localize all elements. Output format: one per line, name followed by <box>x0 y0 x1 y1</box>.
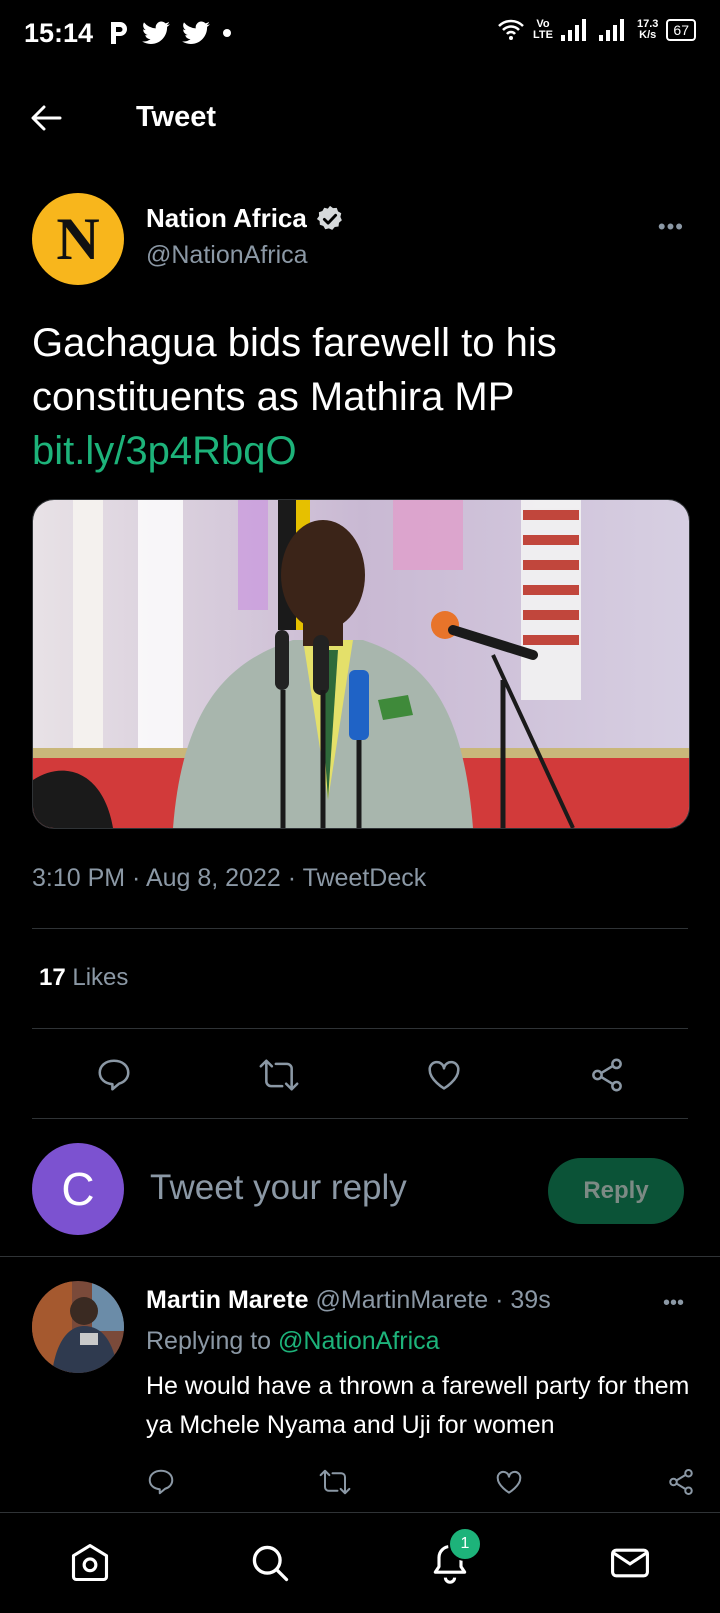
dot-icon <box>222 28 232 38</box>
author-name[interactable]: Nation Africa <box>146 203 345 234</box>
wifi-icon <box>497 18 525 42</box>
nav-home[interactable] <box>60 1533 120 1593</box>
reply-author-handle[interactable]: @MartinMarete <box>316 1286 489 1314</box>
likes-count[interactable]: 17 Likes <box>39 964 128 992</box>
divider <box>32 928 688 929</box>
author-handle[interactable]: @NationAfrica <box>146 241 308 270</box>
signal-icon <box>599 19 629 41</box>
home-icon <box>71 1544 109 1582</box>
reply-icon[interactable] <box>146 1467 176 1497</box>
notification-badge: 1 <box>448 1527 482 1561</box>
back-button[interactable] <box>30 104 62 132</box>
network-speed: 17.3 K/s <box>637 19 658 41</box>
network-type-bottom: LTE <box>533 29 553 41</box>
mail-icon <box>611 1548 649 1578</box>
divider <box>0 1256 720 1257</box>
tweet-text: Gachagua bids farewell to his constituen… <box>32 316 672 478</box>
twitter-bird-icon <box>142 21 170 45</box>
network-type: Vo LTE <box>533 19 553 41</box>
twitter-bird-icon <box>182 21 210 45</box>
replying-to-handle[interactable]: @NationAfrica <box>278 1327 440 1355</box>
like-heart-icon[interactable] <box>425 1056 463 1094</box>
author-avatar[interactable]: N <box>32 193 124 285</box>
status-time: 15:14 <box>24 18 94 48</box>
reply-input[interactable]: Tweet your reply <box>150 1168 407 1208</box>
page-title: Tweet <box>136 101 217 133</box>
replying-to: Replying to @NationAfrica <box>146 1327 440 1356</box>
tweet-date: Aug 8, 2022 <box>145 864 281 892</box>
likes-number: 17 <box>39 964 66 991</box>
reply-actions <box>146 1467 696 1497</box>
nav-messages[interactable] <box>600 1533 660 1593</box>
tweet-time: 3:10 PM <box>32 864 126 892</box>
pinterest-icon <box>108 20 130 46</box>
signal-icon <box>561 19 591 41</box>
reply-icon[interactable] <box>95 1056 133 1094</box>
nav-notifications[interactable]: 1 <box>420 1527 482 1593</box>
likes-label: Likes <box>72 964 129 991</box>
retweet-icon[interactable] <box>258 1056 300 1094</box>
tweet-text-content: Gachagua bids farewell to his constituen… <box>32 321 557 419</box>
more-options-icon[interactable]: ••• <box>658 214 684 240</box>
share-icon[interactable] <box>666 1467 696 1497</box>
tweet-meta: 3:10 PM · Aug 8, 2022 · TweetDeck <box>32 864 427 892</box>
reply-text: He would have a thrown a farewell party … <box>146 1372 690 1439</box>
share-icon[interactable] <box>588 1056 626 1094</box>
reply-button[interactable]: Reply <box>548 1158 684 1224</box>
battery-indicator: 67 <box>666 19 696 41</box>
status-system-icons: Vo LTE 17.3 K/s 67 <box>497 18 696 42</box>
tweet-source[interactable]: TweetDeck <box>303 864 427 892</box>
reply-header: Martin Marete @MartinMarete · 39s <box>146 1286 551 1315</box>
search-icon <box>252 1545 289 1582</box>
user-avatar[interactable]: C <box>32 1143 124 1235</box>
tweet-image[interactable] <box>32 499 690 829</box>
tweet-actions <box>32 1056 688 1094</box>
bottom-nav: 1 <box>0 1512 720 1613</box>
arrow-left-icon <box>31 105 62 131</box>
tweet-link[interactable]: bit.ly/3p4RbqO <box>32 429 297 473</box>
nav-search[interactable] <box>240 1533 300 1593</box>
retweet-icon[interactable] <box>318 1467 352 1497</box>
author-name-text: Nation Africa <box>146 203 307 233</box>
divider <box>32 1028 688 1029</box>
reply-more-options-icon[interactable]: ••• <box>663 1292 684 1315</box>
reply-author-name[interactable]: Martin Marete <box>146 1286 309 1314</box>
like-heart-icon[interactable] <box>494 1467 524 1497</box>
status-notification-icons <box>108 20 232 46</box>
verified-badge-icon <box>315 204 345 234</box>
network-speed-unit: K/s <box>639 29 657 41</box>
reply-age: · 39s <box>495 1286 551 1314</box>
divider <box>32 1118 688 1119</box>
reply-author-avatar[interactable] <box>32 1281 124 1373</box>
replying-to-label: Replying to <box>146 1327 272 1355</box>
